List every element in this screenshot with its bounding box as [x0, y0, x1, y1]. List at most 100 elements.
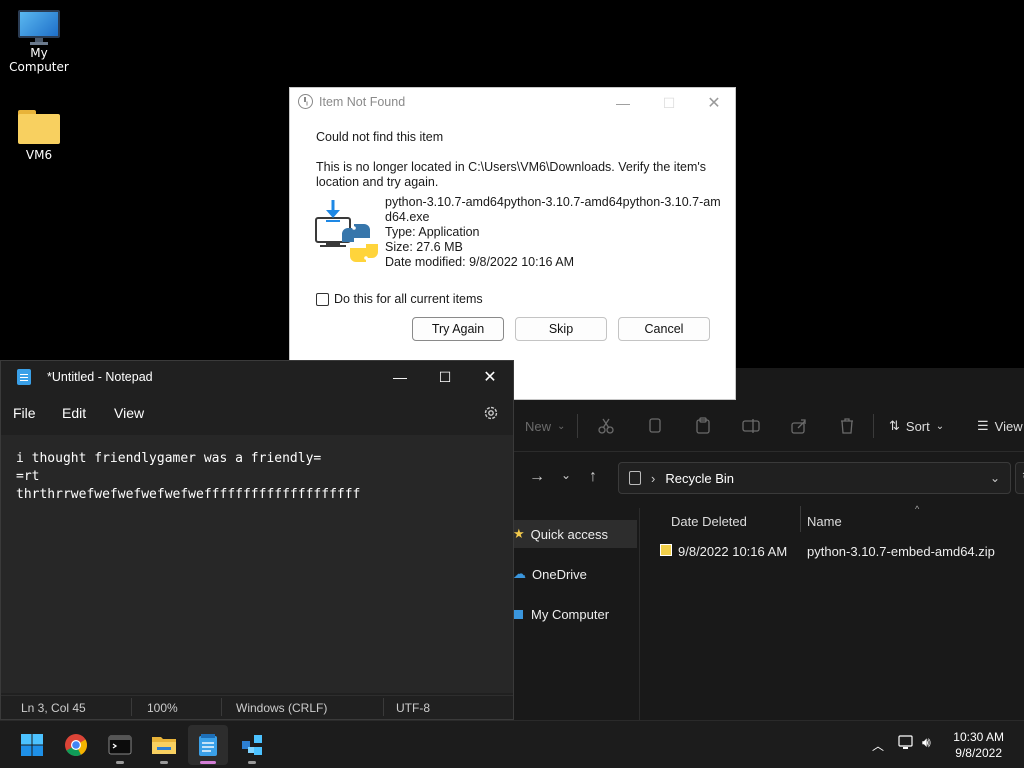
close-button[interactable]: ✕: [691, 88, 737, 118]
notepad-menu-bar: File Edit View: [1, 393, 513, 433]
close-button[interactable]: ✕: [467, 361, 513, 393]
copy-icon[interactable]: [646, 414, 664, 438]
taskbar-file-explorer[interactable]: [144, 725, 184, 765]
running-indicator: [248, 761, 256, 764]
sidebar-item-label: My Computer: [531, 606, 610, 622]
column-header-name[interactable]: Name: [807, 506, 842, 536]
notepad-status-bar: Ln 3, Col 45 100% Windows (CRLF) UTF-8: [1, 695, 513, 719]
skip-button[interactable]: Skip: [515, 317, 607, 341]
notepad-icon: [199, 734, 217, 756]
maximize-button: ☐: [662, 94, 676, 111]
recent-locations-chevron-icon[interactable]: ⌄: [561, 468, 571, 482]
folder-icon: [18, 110, 60, 144]
column-header-label: Name: [807, 513, 842, 529]
minimize-button[interactable]: —: [600, 88, 646, 118]
apply-to-all-label[interactable]: Do this for all current items: [334, 292, 483, 307]
sidebar-item-quick-access[interactable]: ★ Quick access: [505, 520, 637, 548]
cut-icon[interactable]: [597, 414, 615, 438]
python-installer-icon: [315, 200, 378, 262]
sort-ascending-icon: ^: [915, 504, 920, 514]
row-date-deleted: 9/8/2022 10:16 AM: [678, 543, 788, 559]
menu-edit[interactable]: Edit: [62, 405, 86, 421]
desktop-icon-vm6[interactable]: VM6: [0, 110, 78, 162]
start-button[interactable]: [12, 725, 52, 765]
sort-label: Sort: [905, 418, 930, 434]
taskbar-notepad[interactable]: [188, 725, 228, 765]
up-arrow-icon[interactable]: ↑: [589, 468, 597, 486]
rename-icon[interactable]: [742, 414, 760, 438]
menu-view[interactable]: View: [114, 405, 144, 421]
notepad-text-area[interactable]: i thought friendlygamer was a friendly= …: [1, 435, 513, 693]
delete-icon[interactable]: [838, 414, 856, 438]
divider: [873, 414, 874, 438]
address-text: Recycle Bin: [665, 470, 734, 486]
dialog-title: Item Not Found: [319, 95, 406, 109]
address-bar[interactable]: › Recycle Bin ⌄: [618, 462, 1011, 494]
sidebar-item-label: Quick access: [530, 526, 608, 542]
minimize-button[interactable]: —: [377, 361, 423, 393]
share-icon[interactable]: [790, 414, 808, 438]
sort-button[interactable]: ⇅ Sort ⌄: [889, 414, 944, 438]
divider: [221, 698, 222, 716]
column-header-date-deleted[interactable]: Date Deleted: [671, 506, 747, 536]
dialog-message-line-2: location and try again.: [316, 175, 439, 189]
volume-icon[interactable]: 🔊︎: [922, 735, 931, 751]
file-size: Size: 27.6 MB: [385, 240, 463, 254]
file-name-line-1: python-3.10.7-amd64python-3.10.7-amd64py…: [385, 195, 721, 209]
menu-file[interactable]: File: [13, 405, 36, 421]
new-button[interactable]: New ⌄: [525, 414, 565, 438]
divider: [577, 414, 578, 438]
gear-icon[interactable]: [482, 404, 500, 422]
sidebar-item-my-computer[interactable]: My Computer: [505, 600, 637, 628]
cloud-icon: ☁: [513, 566, 526, 581]
forward-arrow-icon[interactable]: →: [529, 468, 545, 486]
dialog-title-bar: Item Not Found — ☐ ✕: [290, 88, 737, 118]
line-ending: Windows (CRLF): [236, 701, 328, 715]
apply-to-all-checkbox[interactable]: [316, 293, 329, 306]
clock-icon: [298, 94, 313, 109]
text-line: =rt: [16, 469, 40, 484]
start-icon: [21, 734, 43, 756]
paste-icon[interactable]: [694, 414, 712, 438]
column-header-label: Date Deleted: [671, 513, 747, 529]
column-divider[interactable]: [800, 506, 801, 532]
divider: [131, 698, 132, 716]
taskbar-network-app[interactable]: [232, 725, 272, 765]
taskbar-clock[interactable]: 10:30 AM 9/8/2022: [953, 729, 1004, 761]
text-line: i thought friendlygamer was a friendly=: [16, 451, 322, 466]
try-again-button[interactable]: Try Again: [412, 317, 504, 341]
notepad-title-bar: *Untitled - Notepad — ☐ ✕: [1, 361, 513, 393]
taskbar-terminal[interactable]: [100, 725, 140, 765]
item-not-found-dialog: Item Not Found — ☐ ✕ Could not find this…: [289, 87, 736, 400]
maximize-button[interactable]: ☐: [422, 361, 468, 393]
breadcrumb-chevron-icon: ›: [651, 470, 656, 486]
cancel-button[interactable]: Cancel: [618, 317, 710, 341]
taskbar: ︿ 🔊︎ 10:30 AM 9/8/2022: [0, 720, 1024, 768]
running-indicator: [200, 761, 216, 764]
encoding: UTF-8: [396, 701, 430, 715]
file-type: Type: Application: [385, 225, 480, 239]
desktop-icon-my-computer[interactable]: My Computer: [0, 10, 78, 74]
dialog-heading: Could not find this item: [316, 130, 444, 144]
network-icon[interactable]: [898, 735, 916, 751]
divider: [383, 698, 384, 716]
chrome-icon: [65, 734, 87, 756]
row-name: python-3.10.7-embed-amd64.zip: [807, 543, 995, 559]
taskbar-chrome[interactable]: [56, 725, 96, 765]
search-input[interactable]: ↻: [1015, 462, 1024, 494]
notepad-title: *Untitled - Notepad: [47, 370, 153, 384]
running-indicator: [160, 761, 168, 764]
clock-time: 10:30 AM: [953, 730, 1004, 744]
network-app-icon: [242, 735, 262, 755]
chevron-down-icon: ⌄: [935, 420, 945, 432]
chevron-down-icon: ⌄: [557, 420, 566, 432]
view-button[interactable]: ☰ View: [977, 414, 1023, 438]
show-hidden-icons-chevron-icon[interactable]: ︿: [872, 737, 884, 754]
sidebar-item-onedrive[interactable]: ☁ OneDrive: [505, 560, 637, 588]
terminal-icon: [108, 735, 132, 755]
notepad-icon: [17, 369, 31, 385]
star-icon: ★: [513, 526, 525, 541]
sidebar-item-label: OneDrive: [532, 566, 587, 582]
view-icon: ☰: [977, 418, 989, 433]
address-dropdown-icon[interactable]: ⌄: [990, 471, 1000, 485]
